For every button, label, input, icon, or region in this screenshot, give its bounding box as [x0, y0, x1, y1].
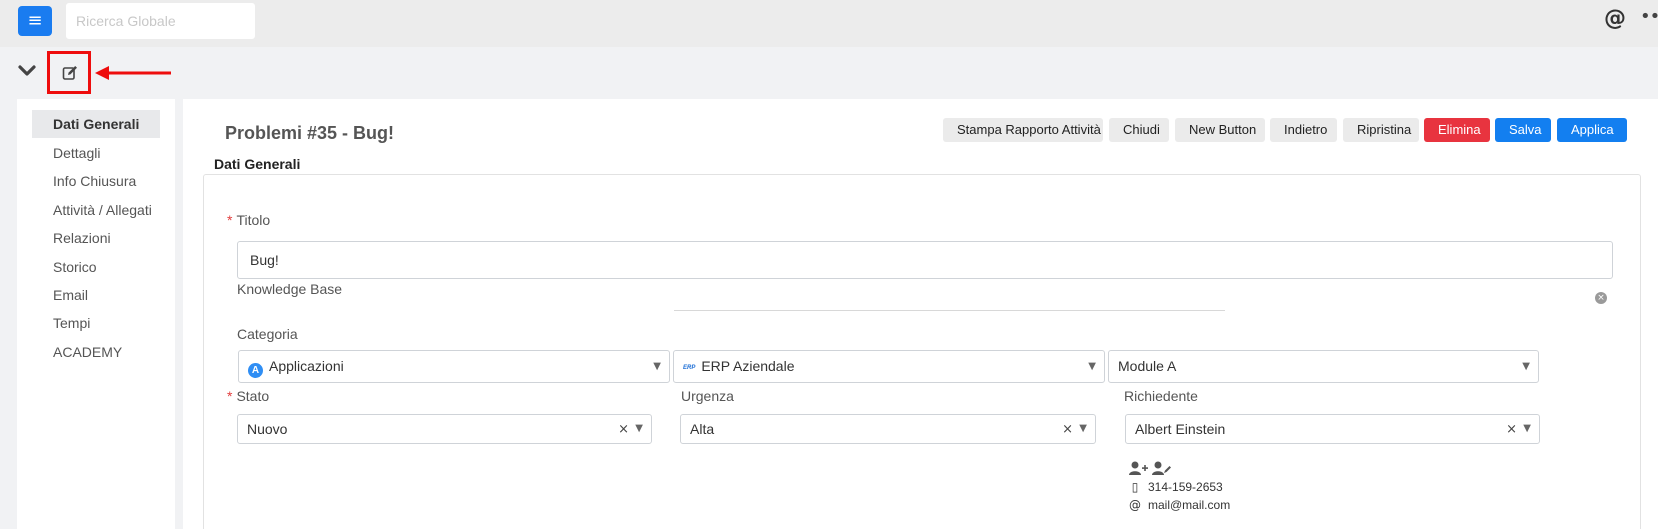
clear-icon[interactable]: × [1506, 416, 1517, 444]
chevron-down-icon: ▼ [1522, 361, 1530, 372]
apply-button[interactable]: Applica [1557, 118, 1627, 142]
restore-button[interactable]: Ripristina [1343, 118, 1419, 142]
page-title: Problemi #35 - Bug! [225, 123, 395, 143]
add-user-icon[interactable] [1129, 461, 1148, 476]
urgency-select[interactable]: Alta × ▼ [680, 414, 1096, 444]
top-bar: ≡ @ ••• [0, 0, 1658, 47]
title-label: * Titolo [227, 212, 271, 228]
knowledge-base-label: Knowledge Base [237, 281, 343, 297]
contact-actions [1129, 461, 1171, 476]
form-panel: * Titolo Bug! Knowledge Base × Categoria … [203, 174, 1641, 529]
at-icon: @ [1129, 498, 1141, 512]
requester-email: @ mail@mail.com [1129, 498, 1231, 512]
state-label: * Stato [227, 388, 270, 404]
save-button[interactable]: Salva [1495, 118, 1551, 142]
sidebar-item-dettagli[interactable]: Dettagli [32, 139, 160, 167]
phone-icon: ▯ [1131, 480, 1139, 494]
more-options-icon[interactable]: ••• [1640, 6, 1658, 27]
sidebar-item-info-chiusura[interactable]: Info Chiusura [32, 167, 160, 195]
category-label: Categoria [237, 326, 298, 342]
knowledge-base-field[interactable] [674, 310, 1225, 311]
chevron-down-icon: ▼ [1088, 361, 1096, 372]
sidebar-item-storico[interactable]: Storico [32, 253, 160, 281]
category-select-2[interactable]: ERP ERP Aziendale ▼ [673, 350, 1105, 383]
edit-mode-highlight [47, 51, 91, 94]
close-button[interactable]: Chiudi [1109, 118, 1169, 142]
clear-icon[interactable]: × [1062, 416, 1073, 444]
category-select-1[interactable]: A Applicazioni ▼ [238, 350, 670, 383]
requester-phone: ▯ 314-159-2653 [1128, 480, 1223, 494]
chevron-down-icon: ▼ [1079, 423, 1087, 434]
edit-user-icon[interactable] [1152, 461, 1171, 476]
mention-icon[interactable]: @ [1604, 6, 1626, 31]
section-sidebar: Dati Generali Dettagli Info Chiusura Att… [17, 99, 175, 529]
sidebar-item-email[interactable]: Email [32, 281, 160, 309]
red-arrow-annotation [95, 66, 171, 80]
section-title: Dati Generali [214, 156, 301, 172]
requester-label: Richiedente [1124, 388, 1198, 404]
print-report-button[interactable]: Stampa Rapporto Attività [943, 118, 1103, 142]
erp-icon: ERP [683, 365, 696, 371]
sidebar-item-attivita-allegati[interactable]: Attività / Allegati [32, 196, 160, 224]
applications-icon: A [248, 363, 263, 378]
chevron-down-icon: ▼ [635, 423, 643, 434]
sidebar-item-dati-generali[interactable]: Dati Generali [32, 110, 160, 138]
delete-button[interactable]: Elimina [1424, 118, 1490, 142]
sidebar-item-academy[interactable]: ACADEMY [32, 338, 160, 366]
urgency-label: Urgenza [681, 388, 734, 404]
sidebar-item-relazioni[interactable]: Relazioni [32, 224, 160, 252]
hamburger-menu-button[interactable]: ≡ [18, 6, 52, 36]
title-input[interactable]: Bug! [237, 241, 1613, 279]
sidebar-item-tempi[interactable]: Tempi [32, 309, 160, 337]
requester-select[interactable]: Albert Einstein × ▼ [1125, 414, 1540, 444]
back-button[interactable]: Indietro [1270, 118, 1337, 142]
chevron-down-icon[interactable] [16, 60, 38, 82]
clear-knowledge-base-icon[interactable]: × [1595, 292, 1607, 304]
edit-icon[interactable] [62, 65, 78, 81]
main-panel: Problemi #35 - Bug! Stampa Rapporto Atti… [183, 99, 1658, 529]
state-select[interactable]: Nuovo × ▼ [237, 414, 652, 444]
clear-icon[interactable]: × [618, 416, 629, 444]
chevron-down-icon: ▼ [1523, 423, 1531, 434]
chevron-down-icon: ▼ [653, 361, 661, 372]
category-select-3[interactable]: Module A ▼ [1108, 350, 1539, 383]
new-button[interactable]: New Button [1175, 118, 1265, 142]
global-search-input[interactable] [65, 2, 256, 40]
